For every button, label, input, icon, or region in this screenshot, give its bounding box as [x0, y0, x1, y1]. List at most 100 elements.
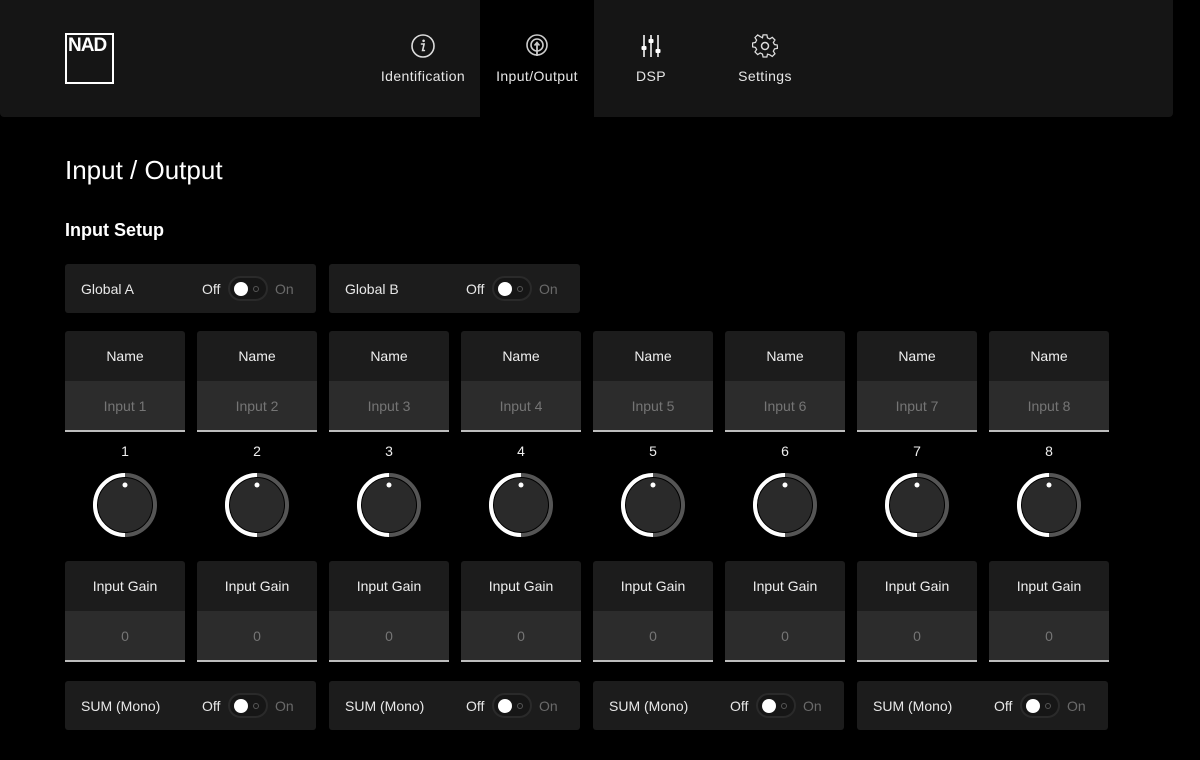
gain-knob[interactable]	[1016, 472, 1082, 538]
logo-text: NAD	[68, 35, 107, 56]
input-gain-field: Input Gain	[857, 561, 977, 662]
toggle-dot	[253, 703, 259, 709]
sum-mono-toggle[interactable]	[756, 693, 796, 718]
toggle-dot	[517, 286, 523, 292]
on-label: On	[803, 697, 822, 714]
toggle-dot	[781, 703, 787, 709]
global-b-toggle[interactable]	[492, 276, 532, 301]
channel-number: 6	[781, 443, 789, 459]
name-label: Name	[197, 331, 317, 381]
input-gain-input[interactable]	[593, 611, 713, 662]
gain-knob[interactable]	[752, 472, 818, 538]
channel-name-input[interactable]	[725, 381, 845, 432]
toggle-dot	[517, 703, 523, 709]
input-gain-field: Input Gain	[329, 561, 449, 662]
channel-name-field: Name	[989, 331, 1109, 432]
nad-logo[interactable]: NAD	[65, 33, 114, 84]
global-a-card: Global A Off On	[65, 264, 316, 313]
input-gain-field: Input Gain	[197, 561, 317, 662]
channel-number: 4	[517, 443, 525, 459]
input-gain-field: Input Gain	[461, 561, 581, 662]
channel-number: 5	[649, 443, 657, 459]
toggle-knob	[1026, 699, 1040, 713]
name-label: Name	[725, 331, 845, 381]
sum-mono-toggle[interactable]	[1020, 693, 1060, 718]
nav-label: Identification	[380, 68, 466, 84]
channel-name-input[interactable]	[65, 381, 185, 432]
off-label: Off	[730, 697, 749, 714]
name-label: Name	[593, 331, 713, 381]
sum-mono-card: SUM (Mono) Off On	[65, 681, 316, 730]
gain-knob[interactable]	[356, 472, 422, 538]
channel-name-field: Name	[593, 331, 713, 432]
on-label: On	[275, 280, 294, 297]
off-label: Off	[202, 697, 221, 714]
sum-mono-label: SUM (Mono)	[873, 697, 953, 714]
channel-name-input[interactable]	[197, 381, 317, 432]
sum-mono-label: SUM (Mono)	[81, 697, 161, 714]
global-a-toggle[interactable]	[228, 276, 268, 301]
channel-name-input[interactable]	[329, 381, 449, 432]
sum-mono-card: SUM (Mono) Off On	[329, 681, 580, 730]
channel-name-field: Name	[197, 331, 317, 432]
on-label: On	[1067, 697, 1086, 714]
input-gain-input[interactable]	[65, 611, 185, 662]
gain-knob[interactable]	[92, 472, 158, 538]
knob-indicator	[518, 482, 524, 488]
nav-tab-input-output[interactable]: Input/Output	[480, 0, 594, 117]
gain-label: Input Gain	[593, 561, 713, 611]
gain-knob[interactable]	[488, 472, 554, 538]
channel-name-field: Name	[461, 331, 581, 432]
off-label: Off	[994, 697, 1013, 714]
input-gain-input[interactable]	[725, 611, 845, 662]
gain-label: Input Gain	[725, 561, 845, 611]
channel-name-input[interactable]	[593, 381, 713, 432]
name-label: Name	[329, 331, 449, 381]
input-gain-input[interactable]	[989, 611, 1109, 662]
name-label: Name	[989, 331, 1109, 381]
sum-mono-toggle[interactable]	[228, 693, 268, 718]
global-b-card: Global B Off On	[329, 264, 580, 313]
gain-knob[interactable]	[884, 472, 950, 538]
knob-indicator	[386, 482, 392, 488]
toggle-dot	[253, 286, 259, 292]
nav-tab-settings[interactable]: Settings	[708, 0, 822, 117]
nav-tab-identification[interactable]: Identification	[366, 0, 480, 117]
channel-number: 3	[385, 443, 393, 459]
nav-label: DSP	[636, 68, 666, 84]
channel-name-field: Name	[329, 331, 449, 432]
global-a-label: Global A	[81, 280, 134, 297]
channel-name-input[interactable]	[857, 381, 977, 432]
gain-label: Input Gain	[65, 561, 185, 611]
name-label: Name	[857, 331, 977, 381]
sliders-icon	[638, 33, 664, 59]
gain-knob[interactable]	[224, 472, 290, 538]
page-title: Input / Output	[65, 155, 223, 185]
knob-indicator	[914, 482, 920, 488]
nav-tab-dsp[interactable]: DSP	[594, 0, 708, 117]
global-b-label: Global B	[345, 280, 399, 297]
input-gain-field: Input Gain	[989, 561, 1109, 662]
input-gain-input[interactable]	[461, 611, 581, 662]
channel-name-input[interactable]	[461, 381, 581, 432]
toggle-knob	[498, 699, 512, 713]
input-gain-field: Input Gain	[593, 561, 713, 662]
channel-name-input[interactable]	[989, 381, 1109, 432]
sum-mono-toggle[interactable]	[492, 693, 532, 718]
gain-knob[interactable]	[620, 472, 686, 538]
knob-indicator	[650, 482, 656, 488]
input-gain-input[interactable]	[329, 611, 449, 662]
off-label: Off	[466, 697, 485, 714]
off-label: Off	[466, 280, 485, 297]
channel-number: 8	[1045, 443, 1053, 459]
broadcast-icon	[524, 33, 550, 59]
off-label: Off	[202, 280, 221, 297]
name-label: Name	[461, 331, 581, 381]
channel-number: 7	[913, 443, 921, 459]
input-gain-input[interactable]	[857, 611, 977, 662]
on-label: On	[539, 280, 558, 297]
input-gain-field: Input Gain	[725, 561, 845, 662]
sum-mono-card: SUM (Mono) Off On	[593, 681, 844, 730]
channel-number: 2	[253, 443, 261, 459]
input-gain-input[interactable]	[197, 611, 317, 662]
